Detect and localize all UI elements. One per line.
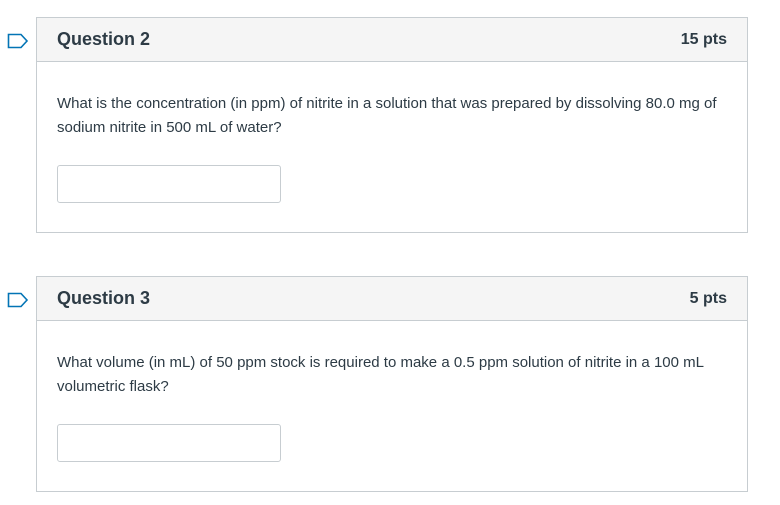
answer-input[interactable] xyxy=(57,165,281,203)
question-text: What volume (in mL) of 50 ppm stock is r… xyxy=(57,354,704,395)
question-header: Question 2 15 pts xyxy=(37,18,747,62)
flag-question-icon[interactable] xyxy=(7,292,29,308)
answer-input[interactable] xyxy=(57,424,281,462)
question-title: Question 3 xyxy=(57,288,151,308)
question-header: Question 3 5 pts xyxy=(37,277,747,321)
question-title: Question 2 xyxy=(57,29,151,49)
question-points: 15 pts xyxy=(680,30,727,48)
question-card-2: Question 2 15 pts What is the concentrat… xyxy=(7,17,748,233)
question-card-3: Question 3 5 pts What volume (in mL) of … xyxy=(7,276,748,492)
question-points: 5 pts xyxy=(689,289,727,307)
question-body: What volume (in mL) of 50 ppm stock is r… xyxy=(37,321,747,462)
question-text: What is the concentration (in ppm) of ni… xyxy=(57,95,717,136)
question-body: What is the concentration (in ppm) of ni… xyxy=(37,62,747,203)
flag-question-icon[interactable] xyxy=(7,33,29,49)
